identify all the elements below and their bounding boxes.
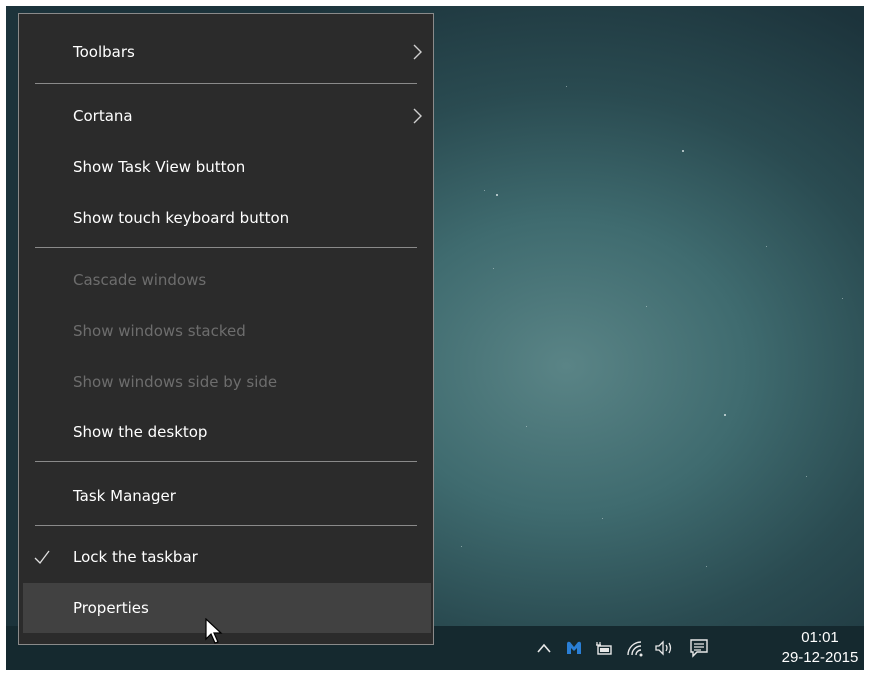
menu-item-properties[interactable]: Properties — [23, 583, 431, 633]
menu-item-label: Show windows side by side — [73, 373, 278, 391]
mouse-cursor-icon — [205, 618, 223, 644]
menu-item-label: Task Manager — [73, 487, 176, 505]
wifi-icon — [627, 641, 643, 657]
star — [806, 476, 807, 477]
menu-separator — [35, 525, 417, 526]
malwarebytes-tray-button[interactable] — [562, 626, 586, 670]
menu-separator — [35, 461, 417, 462]
menu-item-label: Show the desktop — [73, 423, 208, 441]
taskbar-clock[interactable]: 01:01 29-12-2015 — [780, 628, 860, 668]
star — [842, 298, 843, 299]
menu-item-show-windows-stacked: Show windows stacked — [23, 306, 431, 356]
star — [682, 150, 684, 152]
star — [496, 194, 498, 196]
checkmark-icon — [34, 550, 50, 564]
star — [566, 86, 567, 87]
menu-item-toolbars[interactable]: Toolbars — [23, 27, 431, 77]
menu-item-label: Lock the taskbar — [73, 548, 198, 566]
star — [526, 426, 527, 427]
star — [766, 246, 767, 247]
chevron-up-icon — [537, 643, 551, 653]
volume-icon — [655, 640, 672, 656]
taskbar-context-menu: Toolbars Cortana Show Task View button S… — [18, 13, 434, 645]
menu-item-label: Toolbars — [73, 43, 135, 61]
battery-icon — [596, 642, 612, 655]
star — [484, 190, 485, 191]
menu-item-show-task-view[interactable]: Show Task View button — [23, 142, 431, 192]
menu-item-cortana[interactable]: Cortana — [23, 91, 431, 141]
action-center-button[interactable] — [686, 626, 712, 670]
star — [646, 306, 647, 307]
chevron-right-icon — [413, 44, 422, 60]
menu-item-show-desktop[interactable]: Show the desktop — [23, 407, 431, 457]
menu-item-label: Cascade windows — [73, 271, 207, 289]
star — [724, 414, 726, 416]
show-hidden-icons-button[interactable] — [532, 626, 556, 670]
menu-item-label: Properties — [73, 599, 149, 617]
star — [493, 268, 494, 269]
action-center-icon — [690, 639, 708, 658]
desktop[interactable]: 01:01 29-12-2015 Toolbars Cortana Show T… — [6, 6, 864, 670]
menu-item-show-touch-keyboard[interactable]: Show touch keyboard button — [23, 193, 431, 243]
menu-item-label: Cortana — [73, 107, 133, 125]
star — [461, 546, 462, 547]
menu-item-cascade-windows: Cascade windows — [23, 255, 431, 305]
malwarebytes-icon — [567, 641, 581, 654]
clock-date: 29-12-2015 — [781, 649, 859, 666]
power-tray-button[interactable] — [592, 626, 616, 670]
menu-item-label: Show touch keyboard button — [73, 209, 290, 227]
star — [706, 566, 707, 567]
menu-item-show-windows-side-by-side: Show windows side by side — [23, 357, 431, 407]
menu-separator — [35, 247, 417, 248]
menu-item-label: Show Task View button — [73, 158, 246, 176]
volume-tray-button[interactable] — [652, 626, 678, 670]
chevron-right-icon — [413, 108, 422, 124]
network-tray-button[interactable] — [622, 626, 648, 670]
menu-item-task-manager[interactable]: Task Manager — [23, 471, 431, 521]
clock-time: 01:01 — [801, 629, 839, 646]
menu-separator — [35, 83, 417, 84]
menu-item-lock-taskbar[interactable]: Lock the taskbar — [23, 532, 431, 582]
star — [602, 518, 603, 519]
menu-item-label: Show windows stacked — [73, 322, 246, 340]
